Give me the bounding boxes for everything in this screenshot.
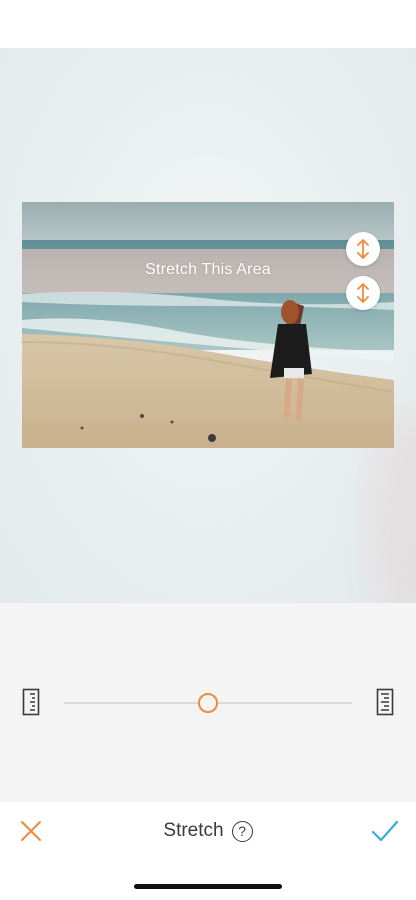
stretch-bottom-handle[interactable] <box>346 276 380 310</box>
beach-photo-art <box>22 202 394 448</box>
status-bar <box>0 0 416 48</box>
beach-photo[interactable] <box>22 202 394 448</box>
checkmark-icon[interactable] <box>370 818 400 844</box>
help-icon[interactable]: ? <box>231 820 253 842</box>
stretch-top-handle[interactable] <box>346 232 380 266</box>
stretch-slider-thumb[interactable] <box>198 693 218 713</box>
vertical-resize-icon <box>357 283 369 303</box>
ruler-icon <box>22 688 40 716</box>
stretch-area-label: Stretch This Area <box>145 261 271 278</box>
tool-title-label: Stretch <box>163 820 224 841</box>
home-indicator <box>134 884 282 889</box>
vertical-resize-icon <box>357 239 369 259</box>
ruler-icon <box>376 688 394 716</box>
tool-title: Stretch ? <box>0 820 416 842</box>
